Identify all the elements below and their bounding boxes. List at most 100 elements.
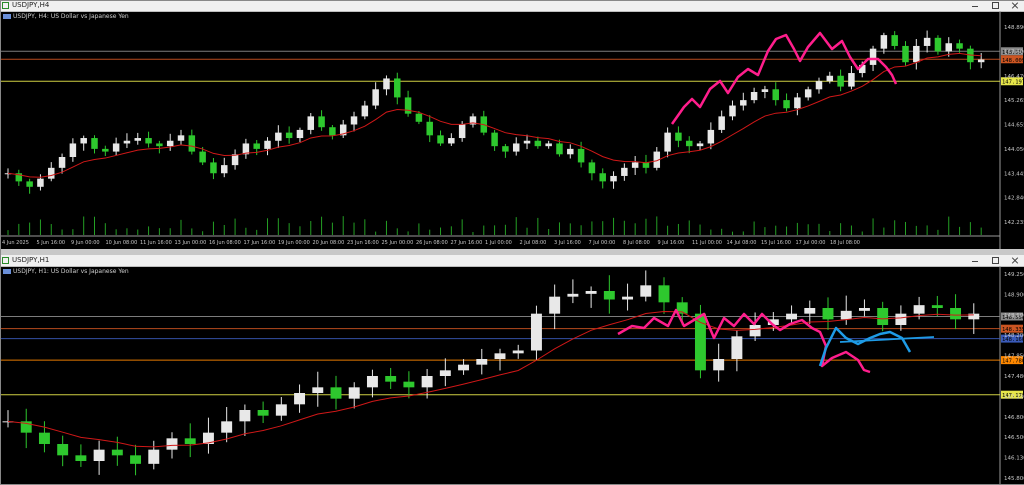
candle-body bbox=[111, 449, 123, 456]
candle-body bbox=[112, 143, 120, 152]
candle-body bbox=[37, 178, 44, 187]
candle-body bbox=[640, 285, 652, 297]
maximize-icon[interactable] bbox=[990, 0, 1000, 11]
candle-body bbox=[257, 410, 269, 416]
candle-body bbox=[977, 59, 985, 63]
candle-body bbox=[815, 81, 823, 90]
candle-body bbox=[48, 167, 55, 179]
candle-body bbox=[567, 293, 579, 297]
close-icon[interactable] bbox=[1010, 0, 1020, 11]
level-tag-label: 147.197 bbox=[1002, 80, 1024, 86]
candle-body bbox=[57, 444, 69, 456]
candle-body bbox=[221, 421, 233, 433]
candle-body bbox=[221, 165, 228, 174]
time-axis-label: 9 Jul 16:00 bbox=[658, 240, 685, 246]
candle-body bbox=[199, 151, 206, 163]
candle-body bbox=[38, 432, 50, 444]
candle-body bbox=[804, 89, 812, 98]
close-icon[interactable] bbox=[1010, 255, 1020, 266]
candle-body bbox=[123, 140, 131, 144]
candle-body bbox=[556, 143, 563, 155]
candle-body bbox=[421, 376, 433, 388]
candle-body bbox=[458, 124, 466, 139]
candle-body bbox=[718, 116, 725, 130]
candle-body bbox=[448, 138, 455, 144]
candle-body bbox=[913, 45, 920, 63]
time-axis-label: 8 Jul 08:00 bbox=[623, 240, 650, 246]
candle-body bbox=[58, 157, 66, 168]
moving-average-line bbox=[7, 310, 974, 448]
time-axis-label: 11 Jul 00:00 bbox=[692, 240, 722, 246]
candle-body bbox=[285, 132, 293, 139]
moving-average-line bbox=[7, 52, 982, 178]
candle-body bbox=[91, 138, 98, 149]
candle-body bbox=[891, 35, 898, 46]
price-tick-label: 142.235 bbox=[1004, 220, 1024, 226]
candle-body bbox=[902, 45, 909, 63]
time-axis-label: 7 Jul 00:00 bbox=[589, 240, 616, 246]
candle-body bbox=[750, 92, 758, 101]
price-tick-label: 143.445 bbox=[1004, 171, 1024, 177]
price-chart-h1[interactable]: 148.550148.335148.160147.780147.170149.2… bbox=[0, 266, 1024, 484]
candle-body bbox=[837, 75, 844, 87]
price-tick-label: 145.265 bbox=[1004, 98, 1024, 104]
candle-body bbox=[318, 116, 325, 128]
candle-body bbox=[913, 305, 925, 314]
price-tick-label: 147.850 bbox=[1004, 354, 1024, 360]
candle-body bbox=[685, 140, 693, 147]
candle-body bbox=[731, 336, 743, 359]
time-axis-label: 15 Jul 16:00 bbox=[761, 240, 791, 246]
candle-body bbox=[610, 175, 617, 182]
chart-window-h4[interactable]: USDJPY,H4 USDJPY, H4: US Dollar vs Japan… bbox=[0, 0, 1024, 249]
candle-body bbox=[494, 353, 506, 359]
chart-window-icon bbox=[2, 2, 9, 9]
candle-body bbox=[329, 127, 336, 136]
time-axis-label: 4 Jun 2025 bbox=[2, 240, 29, 246]
time-axis-label: 26 Jun 08:00 bbox=[416, 240, 448, 246]
candle-body bbox=[950, 308, 962, 320]
time-axis-label: 3 Jul 16:00 bbox=[554, 240, 581, 246]
minimize-icon[interactable] bbox=[970, 255, 980, 266]
candle-body bbox=[749, 325, 761, 337]
candle-body bbox=[134, 138, 142, 141]
time-axis-label: 19 Jun 00:00 bbox=[278, 240, 310, 246]
candle-body bbox=[372, 89, 379, 106]
price-tick-label: 148.890 bbox=[1004, 25, 1024, 31]
candle-body bbox=[145, 138, 152, 144]
candle-body bbox=[549, 296, 561, 314]
candle-body bbox=[631, 162, 639, 168]
candle-body bbox=[658, 285, 670, 303]
price-tick-label: 148.200 bbox=[1004, 333, 1024, 339]
time-axis-label: 20 Jun 08:00 bbox=[313, 240, 345, 246]
candle-body bbox=[166, 438, 178, 450]
chart-window-h1[interactable]: USDJPY,H1 USDJPY, H1: US Dollar vs Japan… bbox=[0, 255, 1024, 484]
candle-body bbox=[603, 291, 615, 300]
candle-body bbox=[877, 308, 889, 325]
candle-body bbox=[783, 100, 790, 109]
time-axis-label: 1 Jul 00:00 bbox=[485, 240, 512, 246]
maximize-icon[interactable] bbox=[990, 255, 1000, 266]
candle-body bbox=[664, 132, 671, 152]
candle-body bbox=[348, 387, 360, 399]
price-chart-h4[interactable]: 148.304148.009147.197148.890147.600146.4… bbox=[0, 11, 1024, 249]
candle-body bbox=[599, 173, 606, 182]
candle-body bbox=[880, 35, 888, 49]
candle-body bbox=[93, 449, 105, 461]
candle-body bbox=[545, 143, 552, 147]
candle-body bbox=[567, 148, 574, 155]
time-axis-label: 10 Jun 08:00 bbox=[106, 240, 138, 246]
candle-body bbox=[437, 135, 444, 144]
candle-body bbox=[523, 140, 531, 144]
candle-body bbox=[512, 350, 524, 354]
candle-body bbox=[166, 140, 174, 147]
candle-body bbox=[622, 296, 634, 300]
minimize-icon[interactable] bbox=[970, 0, 980, 11]
candle-body bbox=[385, 376, 397, 382]
candle-body bbox=[696, 143, 704, 147]
price-tick-label: 142.840 bbox=[1004, 196, 1024, 202]
candle-body bbox=[858, 308, 870, 311]
candle-body bbox=[294, 393, 306, 405]
candle-body bbox=[512, 143, 520, 152]
window-title: USDJPY,H1 bbox=[12, 256, 50, 264]
price-tick-label: 146.130 bbox=[1004, 456, 1024, 462]
